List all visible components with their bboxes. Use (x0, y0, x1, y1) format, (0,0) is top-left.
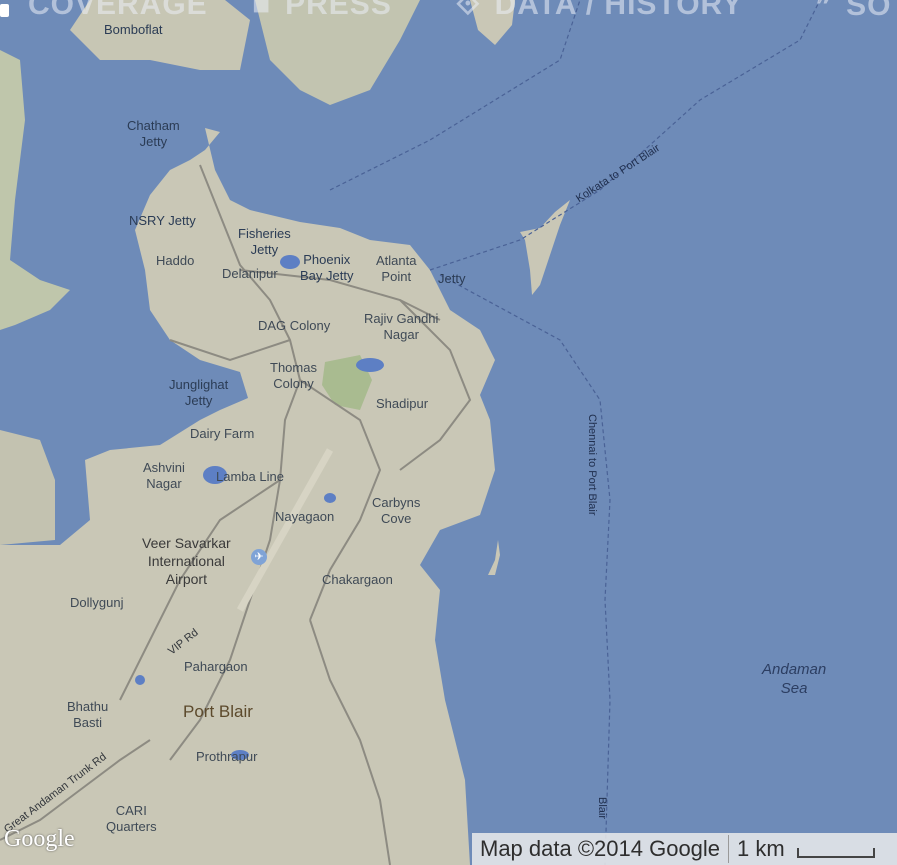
layers-icon: ⟐ (456, 0, 481, 21)
nav-press[interactable]: ■ PRESS (252, 0, 392, 22)
lake (135, 675, 145, 685)
place-label: Bomboflat (104, 22, 163, 37)
place-label: Shadipur (376, 396, 429, 411)
nav-coverage-label: COVERAGE (28, 0, 208, 21)
place-label: Jetty (438, 271, 466, 286)
place-label: Junglighat Jetty (169, 377, 229, 408)
place-label: Carbyns Cove (372, 495, 421, 526)
place-label: Chakargaon (322, 572, 393, 587)
attribution-text[interactable]: Map data ©2014 Google (472, 836, 728, 862)
place-label: Pahargaon (184, 659, 248, 674)
lake (356, 358, 384, 372)
place-label: Delanipur (222, 266, 278, 281)
scale-bar (796, 848, 875, 858)
place-label: Haddo (156, 253, 195, 268)
place-label: Thomas Colony (270, 360, 317, 391)
place-label: DAG Colony (258, 318, 331, 333)
quote-icon: ❞ (815, 0, 833, 22)
nav-press-label: PRESS (285, 0, 392, 21)
nav-social[interactable]: ❞ SO (815, 0, 892, 22)
sea-label: Andaman Sea (762, 661, 827, 697)
place-label: Fisheries Jetty (238, 226, 291, 257)
place-label: Dairy Farm (190, 426, 255, 441)
place-label: Ashvini Nagar (143, 460, 185, 491)
ferry-route-label: Blair (596, 797, 608, 820)
scale-label: 1 km (737, 836, 785, 861)
airport-icon: ✈ (251, 549, 267, 565)
nav-social-label: SO (846, 0, 892, 22)
place-label: Bhathu Basti (67, 699, 109, 730)
document-icon (0, 4, 9, 17)
place-label: NSRY Jetty (129, 213, 196, 228)
ferry-route-label: Chennai to Port Blair (586, 414, 598, 516)
google-logo[interactable]: Google (4, 826, 75, 853)
lake (324, 493, 336, 503)
city-label: Port Blair (183, 702, 253, 721)
place-label: CARI Quarters (106, 803, 157, 834)
square-icon: ■ (252, 0, 272, 21)
nav-coverage[interactable]: COVERAGE (28, 0, 208, 22)
place-label: Atlanta Point (376, 253, 417, 284)
map-attribution-bar: Map data ©2014 Google 1 km (472, 833, 897, 865)
place-label: Chatham Jetty (127, 118, 180, 149)
place-label: Dollygunj (70, 595, 124, 610)
place-label: Veer Savarkar International Airport (142, 535, 231, 587)
place-label: Nayagaon (275, 509, 335, 524)
place-label: Phoenix Bay Jetty (300, 252, 354, 283)
nav-data-history[interactable]: ⟐ DATA / HISTORY (456, 0, 743, 22)
place-label: Rajiv Gandhi Nagar (364, 311, 439, 342)
nav-data-history-label: DATA / HISTORY (494, 0, 744, 21)
top-nav-bar: COVERAGE ■ PRESS ⟐ DATA / HISTORY ❞ SO (0, 0, 897, 22)
place-label: Lamba Line (216, 469, 284, 484)
place-label: Prothrapur (196, 749, 258, 764)
